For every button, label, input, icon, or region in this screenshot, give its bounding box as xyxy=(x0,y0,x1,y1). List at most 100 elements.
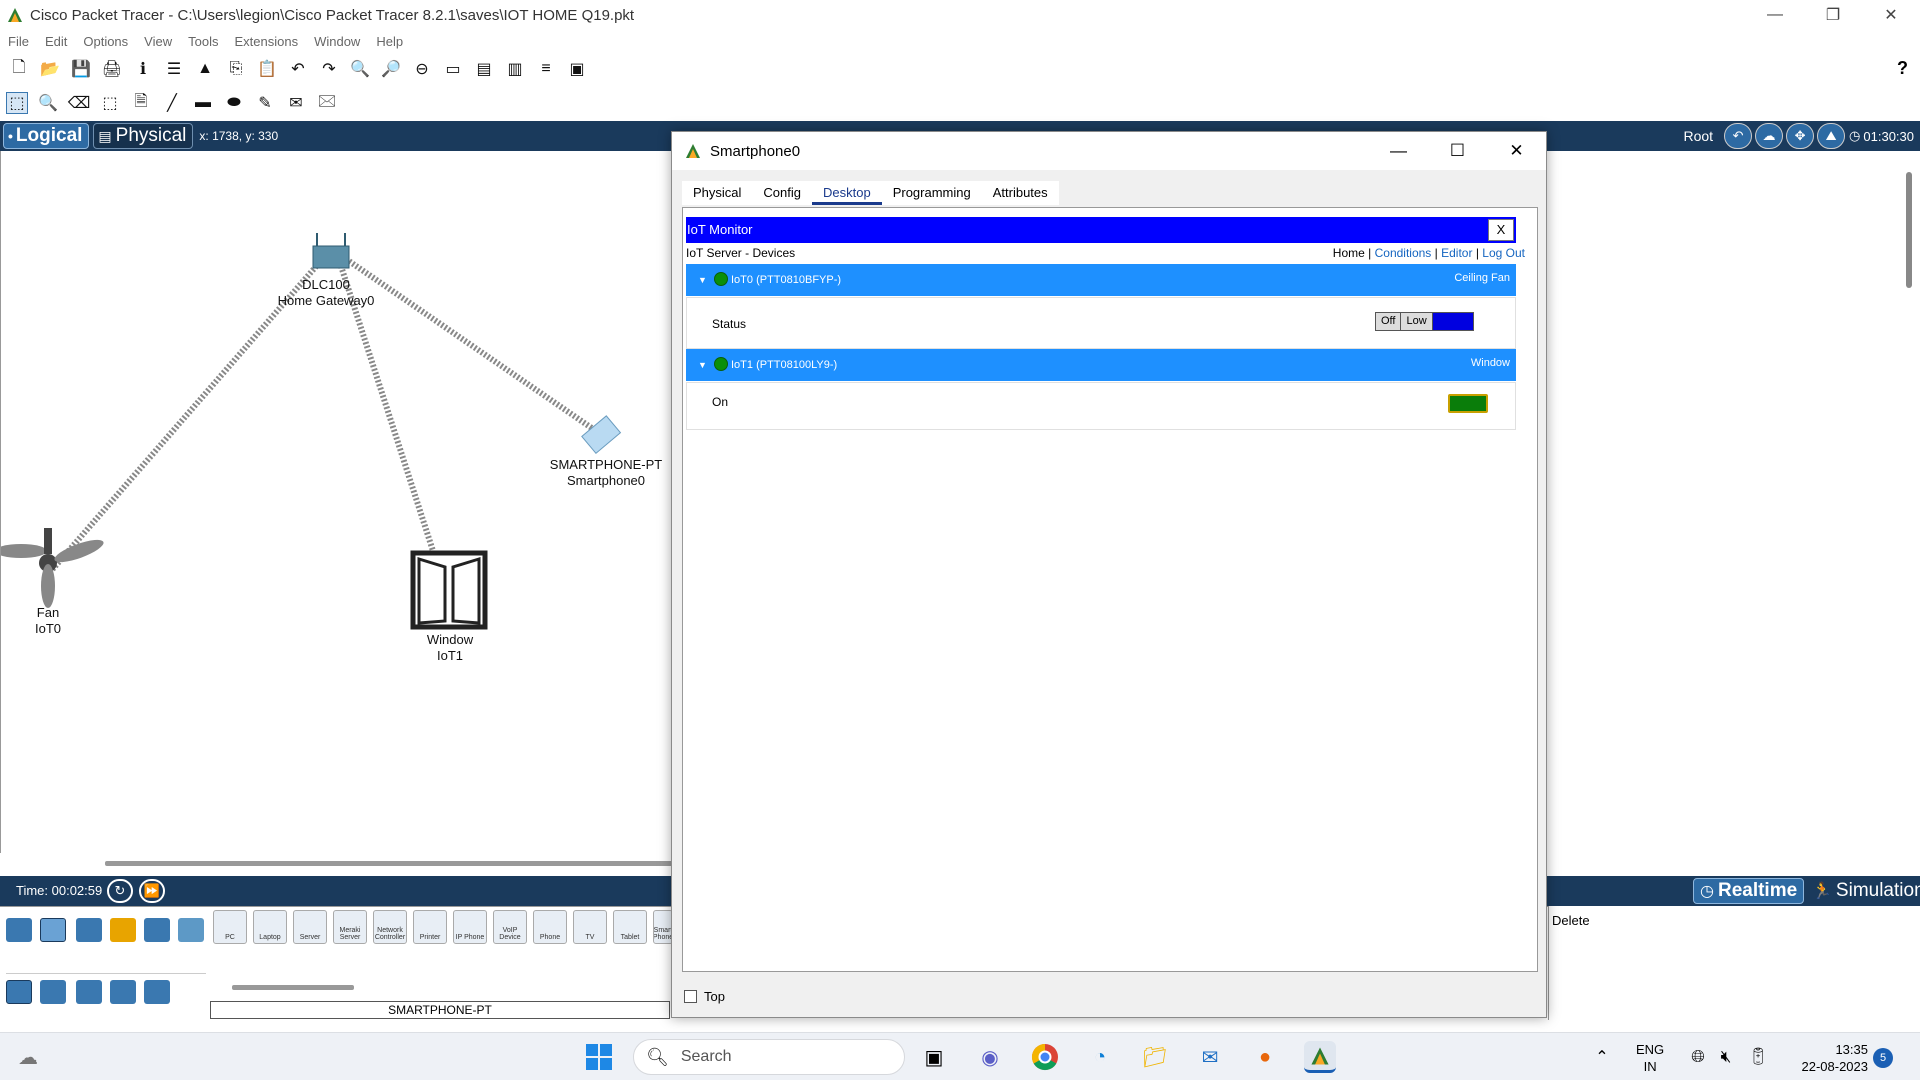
device-tv[interactable]: TV xyxy=(573,910,607,944)
top-checkbox[interactable]: Top xyxy=(684,989,725,1004)
physical-tab[interactable]: ▤ Physical xyxy=(93,123,194,149)
device-laptop[interactable]: Laptop xyxy=(253,910,287,944)
dialog-close-button[interactable]: ✕ xyxy=(1487,132,1546,170)
device-tablet[interactable]: Tablet xyxy=(613,910,647,944)
menu-tools[interactable]: Tools xyxy=(188,34,218,49)
custom-device-icon[interactable]: ▤ xyxy=(473,58,495,80)
info-icon[interactable]: ℹ xyxy=(132,58,154,80)
menu-window[interactable]: Window xyxy=(314,34,360,49)
device-network-controller[interactable]: Network Controller xyxy=(373,910,407,944)
device-phone[interactable]: Phone xyxy=(533,910,567,944)
fast-forward-icon[interactable]: ⏩ xyxy=(139,879,165,903)
device-meraki-server[interactable]: Meraki Server xyxy=(333,910,367,944)
note-icon[interactable]: 🗎 xyxy=(130,92,152,114)
power-cycle-icon[interactable]: ↻ xyxy=(107,879,133,903)
paste-icon[interactable]: 📋 xyxy=(256,58,278,80)
move-icon[interactable]: ✥ xyxy=(1786,123,1815,149)
device-voip[interactable]: VoIP Device xyxy=(493,910,527,944)
simple-pdu-icon[interactable]: ✉ xyxy=(285,92,307,114)
background-icon[interactable]: ⛰ xyxy=(1817,123,1846,149)
nav-conditions[interactable]: Conditions xyxy=(1375,246,1432,260)
category-end-devices-icon[interactable] xyxy=(40,918,66,942)
close-button[interactable]: ✕ xyxy=(1862,0,1920,30)
device-ip-phone[interactable]: IP Phone xyxy=(453,910,487,944)
realtime-tab[interactable]: ◷ Realtime xyxy=(1693,878,1805,904)
nav-logout[interactable]: Log Out xyxy=(1482,246,1525,260)
menu-view[interactable]: View xyxy=(144,34,172,49)
subcategory-end-devices-icon[interactable] xyxy=(6,980,32,1004)
category-network-devices-icon[interactable] xyxy=(6,918,32,942)
subcategory-smart-city-icon[interactable] xyxy=(76,980,102,1004)
undo-icon[interactable]: ↶ xyxy=(287,58,309,80)
new-file-icon[interactable]: 🗋 xyxy=(8,58,30,80)
resize-icon[interactable]: ⬚ xyxy=(99,92,121,114)
menu-extensions[interactable]: Extensions xyxy=(234,34,298,49)
subcategory-power-grid-icon[interactable] xyxy=(144,980,170,1004)
category-multiuser-icon[interactable] xyxy=(178,918,204,942)
mail-icon[interactable]: ✉ xyxy=(1194,1041,1226,1073)
cloud-icon[interactable]: ☁ xyxy=(1755,123,1784,149)
print-icon[interactable]: 🖨 xyxy=(101,58,123,80)
ellipse-icon[interactable]: ⬬ xyxy=(223,92,245,114)
menu-file[interactable]: File xyxy=(8,34,29,49)
redo-icon[interactable]: ↷ xyxy=(318,58,340,80)
save-icon[interactable]: 💾 xyxy=(70,58,92,80)
device-server[interactable]: Server xyxy=(293,910,327,944)
tab-desktop[interactable]: Desktop xyxy=(812,181,882,205)
iot-device-row-window[interactable]: ▼ IoT1 (PTT08100LY9-) Window xyxy=(686,349,1516,381)
complex-pdu-icon[interactable]: 🖂 xyxy=(316,92,338,114)
open-folder-icon[interactable]: 📂 xyxy=(39,58,61,80)
freeform-icon[interactable]: ✎ xyxy=(254,92,276,114)
tab-config[interactable]: Config xyxy=(752,181,812,205)
activity-wizard-icon[interactable]: ▲ xyxy=(194,58,216,80)
weather-icon[interactable]: ☁ xyxy=(12,1041,44,1073)
device-panel-scrollbar[interactable] xyxy=(232,985,354,990)
taskbar-clock[interactable]: 13:35 22-08-2023 xyxy=(1786,1041,1869,1075)
subcategory-industrial-icon[interactable] xyxy=(110,980,136,1004)
line-icon[interactable]: ╱ xyxy=(161,92,183,114)
delete-pdu-label[interactable]: Delete xyxy=(1552,913,1590,928)
fan-speed-control[interactable]: Off Low xyxy=(1375,312,1474,331)
logical-tab[interactable]: • Logical xyxy=(3,123,90,149)
device-smartphone[interactable]: Smart Phone xyxy=(653,910,673,944)
dialog-maximize-button[interactable]: ☐ xyxy=(1428,132,1487,170)
nav-home[interactable]: Home xyxy=(1333,246,1365,260)
window-on-switch[interactable] xyxy=(1448,394,1488,413)
menu-options[interactable]: Options xyxy=(83,34,128,49)
start-icon[interactable] xyxy=(583,1041,615,1073)
tab-programming[interactable]: Programming xyxy=(882,181,982,205)
collapse-icon[interactable]: ▼ xyxy=(698,275,707,285)
zoom-reset-icon[interactable]: 🔎 xyxy=(380,58,402,80)
task-view-icon[interactable]: ▣ xyxy=(918,1041,950,1073)
notification-badge[interactable]: 5 xyxy=(1873,1048,1893,1068)
category-components-icon[interactable] xyxy=(76,918,102,942)
menu-help[interactable]: Help xyxy=(376,34,403,49)
subcategory-home-icon[interactable] xyxy=(40,980,66,1004)
category-connections-icon[interactable] xyxy=(110,918,136,942)
canvas-horizontal-scrollbar[interactable] xyxy=(105,861,675,866)
battery-icon[interactable]: 🔋︎ xyxy=(1742,1041,1774,1073)
top-checkbox-box[interactable] xyxy=(684,990,697,1003)
fan-high-option[interactable] xyxy=(1432,313,1473,330)
delete-icon[interactable]: ⌫ xyxy=(68,92,91,114)
collapse-icon[interactable]: ▼ xyxy=(698,360,707,370)
taskbar-search[interactable]: 🔍︎ Search xyxy=(633,1039,905,1075)
packet-tracer-taskbar-icon[interactable] xyxy=(1304,1041,1336,1073)
volume-muted-icon[interactable]: 🔇︎ xyxy=(1710,1041,1742,1073)
category-misc-icon[interactable] xyxy=(144,918,170,942)
zoom-in-icon[interactable]: 🔍 xyxy=(349,58,371,80)
cluster-icon[interactable]: ▥ xyxy=(504,58,526,80)
select-icon[interactable]: ⬚ xyxy=(6,92,28,114)
minimize-button[interactable]: — xyxy=(1746,0,1804,30)
tab-attributes[interactable]: Attributes xyxy=(982,181,1059,205)
iot-monitor-close-button[interactable]: X xyxy=(1488,219,1514,241)
screenshot-icon[interactable]: ▣ xyxy=(566,58,588,80)
language-indicator[interactable]: ENG IN xyxy=(1636,1041,1664,1075)
server-rack-icon[interactable]: ≡ xyxy=(535,58,557,80)
device-pc[interactable]: PC xyxy=(213,910,247,944)
fan-off-option[interactable]: Off xyxy=(1376,313,1402,330)
tray-chevron-icon[interactable]: ⌃ xyxy=(1586,1041,1618,1073)
firefox-icon[interactable]: ● xyxy=(1249,1041,1281,1073)
menu-edit[interactable]: Edit xyxy=(45,34,67,49)
device-printer[interactable]: Printer xyxy=(413,910,447,944)
